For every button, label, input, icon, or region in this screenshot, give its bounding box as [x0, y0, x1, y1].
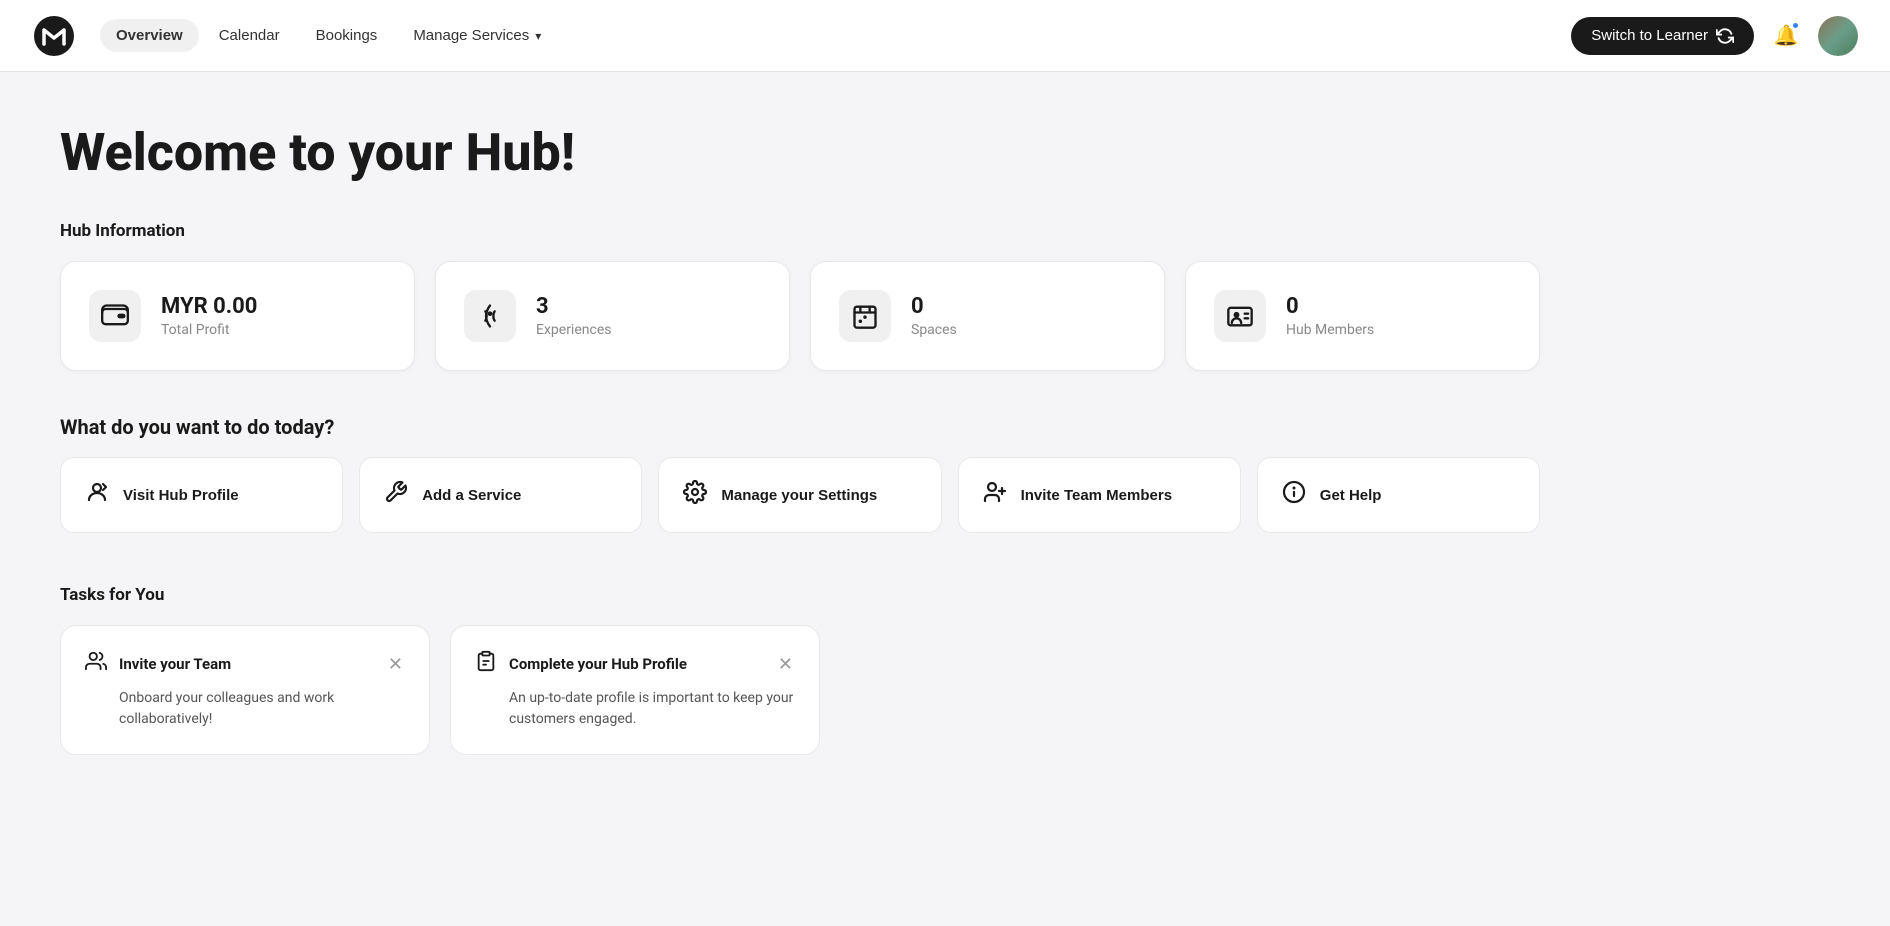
- stat-name-profit: Total Profit: [161, 322, 257, 338]
- stats-grid: MYR 0.00 Total Profit 3 Experiences: [60, 261, 1540, 371]
- action-label-visit-hub-profile: Visit Hub Profile: [123, 487, 239, 504]
- stat-card-experiences: 3 Experiences: [435, 261, 790, 371]
- stat-name-spaces: Spaces: [911, 322, 957, 338]
- action-label-invite-team-members: Invite Team Members: [1021, 487, 1172, 504]
- switch-icon: [1716, 27, 1734, 45]
- nav-label-bookings: Bookings: [316, 27, 378, 44]
- tasks-grid: Invite your Team ✕ Onboard your colleagu…: [60, 625, 1540, 755]
- stat-info-spaces: 0 Spaces: [911, 294, 957, 338]
- stat-card-profit: MYR 0.00 Total Profit: [60, 261, 415, 371]
- stat-name-hub-members: Hub Members: [1286, 322, 1374, 338]
- task-title-hub-profile: Complete your Hub Profile: [509, 655, 687, 673]
- task-header-invite-team: Invite your Team ✕: [85, 650, 405, 678]
- nav-label-manage-services: Manage Services: [413, 27, 529, 44]
- nav-item-calendar[interactable]: Calendar: [203, 19, 296, 52]
- switch-learner-label: Switch to Learner: [1591, 27, 1708, 44]
- actions-question: What do you want to do today?: [60, 415, 1540, 439]
- action-add-service[interactable]: Add a Service: [359, 457, 642, 533]
- stat-value-experiences: 3: [536, 294, 611, 320]
- task-card-invite-team: Invite your Team ✕ Onboard your colleagu…: [60, 625, 430, 755]
- stat-info-hub-members: 0 Hub Members: [1286, 294, 1374, 338]
- nav-label-calendar: Calendar: [219, 27, 280, 44]
- hub-information-section: Hub Information MYR 0.00 Total Profit: [60, 221, 1540, 371]
- avatar-image: [1818, 16, 1858, 56]
- action-invite-team-members[interactable]: Invite Team Members: [958, 457, 1241, 533]
- experiences-icon: [464, 290, 516, 342]
- nav-links: Overview Calendar Bookings Manage Servic…: [100, 19, 1563, 52]
- task-title-row-hub-profile: Complete your Hub Profile: [475, 650, 687, 678]
- clipboard-icon: [475, 650, 497, 678]
- spaces-icon: [839, 290, 891, 342]
- action-label-manage-settings: Manage your Settings: [721, 487, 877, 504]
- action-get-help[interactable]: Get Help: [1257, 457, 1540, 533]
- stat-value-profit: MYR 0.00: [161, 294, 257, 320]
- nav-item-manage-services[interactable]: Manage Services ▾: [397, 19, 557, 52]
- task-title-invite-team: Invite your Team: [119, 655, 231, 673]
- task-close-hub-profile[interactable]: ✕: [776, 653, 795, 675]
- stat-info-experiences: 3 Experiences: [536, 294, 611, 338]
- task-desc-hub-profile: An up-to-date profile is important to ke…: [475, 688, 795, 730]
- tasks-section: Tasks for You Invite you: [60, 585, 1540, 755]
- task-header-hub-profile: Complete your Hub Profile ✕: [475, 650, 795, 678]
- action-manage-settings[interactable]: Manage your Settings: [658, 457, 941, 533]
- action-label-add-service: Add a Service: [422, 487, 521, 504]
- actions-grid: Visit Hub Profile Add a Service Man: [60, 457, 1540, 533]
- stat-card-spaces: 0 Spaces: [810, 261, 1165, 371]
- info-icon: [1282, 480, 1306, 510]
- task-title-row-invite-team: Invite your Team: [85, 650, 231, 678]
- stat-value-spaces: 0: [911, 294, 957, 320]
- stat-name-experiences: Experiences: [536, 322, 611, 338]
- welcome-title: Welcome to your Hub!: [60, 124, 1540, 181]
- action-label-get-help: Get Help: [1320, 487, 1382, 504]
- stat-value-hub-members: 0: [1286, 294, 1374, 320]
- gear-icon: [683, 480, 707, 510]
- hub-info-label: Hub Information: [60, 221, 1540, 241]
- notification-dot: [1791, 21, 1800, 30]
- task-close-invite-team[interactable]: ✕: [386, 653, 405, 675]
- notification-button[interactable]: 🔔: [1766, 16, 1806, 56]
- task-desc-invite-team: Onboard your colleagues and work collabo…: [85, 688, 405, 730]
- nav-label-overview: Overview: [116, 27, 183, 44]
- team-icon: [85, 650, 107, 678]
- task-card-hub-profile: Complete your Hub Profile ✕ An up-to-dat…: [450, 625, 820, 755]
- chevron-down-icon: ▾: [535, 29, 541, 43]
- nav-right: Switch to Learner 🔔: [1571, 16, 1858, 56]
- stat-card-hub-members: 0 Hub Members: [1185, 261, 1540, 371]
- quick-actions-section: What do you want to do today? Visit Hub …: [60, 415, 1540, 533]
- main-content: Welcome to your Hub! Hub Information MYR…: [0, 72, 1600, 795]
- wallet-icon: [89, 290, 141, 342]
- hub-profile-icon: [85, 480, 109, 510]
- stat-info-profit: MYR 0.00 Total Profit: [161, 294, 257, 338]
- invite-team-icon: [983, 480, 1007, 510]
- nav-item-overview[interactable]: Overview: [100, 19, 199, 52]
- switch-learner-button[interactable]: Switch to Learner: [1571, 17, 1754, 55]
- logo[interactable]: [32, 14, 76, 58]
- nav-item-bookings[interactable]: Bookings: [300, 19, 394, 52]
- add-service-icon: [384, 480, 408, 510]
- navbar: Overview Calendar Bookings Manage Servic…: [0, 0, 1890, 72]
- tasks-label: Tasks for You: [60, 585, 1540, 605]
- avatar[interactable]: [1818, 16, 1858, 56]
- hub-members-icon: [1214, 290, 1266, 342]
- action-visit-hub-profile[interactable]: Visit Hub Profile: [60, 457, 343, 533]
